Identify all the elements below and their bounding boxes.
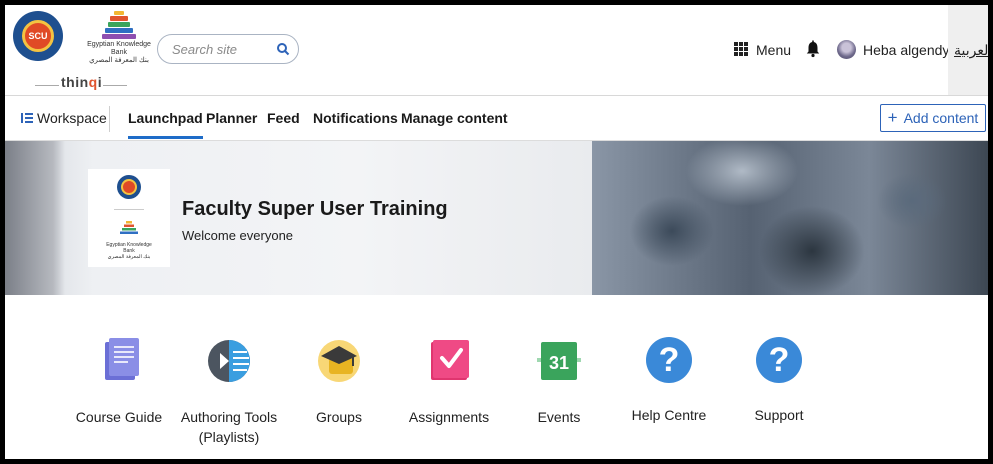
course-scu-logo (117, 175, 141, 199)
course-ekb-text-ar: بنك المعرفة المصري (107, 254, 151, 260)
help-icon: ? (645, 337, 693, 389)
app-label: Authoring Tools (Playlists) (180, 409, 278, 445)
search-icon[interactable] (276, 42, 290, 56)
ekb-logo[interactable]: Egyptian Knowledge Bank بنك المعرفة المص… (79, 11, 159, 69)
scu-logo[interactable]: SCU (13, 11, 63, 61)
app-help-centre[interactable]: ? Help Centre (614, 334, 724, 425)
menu-grid-icon[interactable] (734, 42, 748, 56)
course-subtitle: Welcome everyone (182, 228, 294, 243)
tab-manage-content[interactable]: Manage content (401, 110, 508, 126)
search-box[interactable] (157, 34, 299, 64)
course-ekb-logo: Egyptian Knowledge Bank بنك المعرفة المص… (104, 221, 154, 260)
brand-divider-right (103, 85, 127, 86)
nav-divider (109, 106, 110, 132)
menu-button[interactable]: Menu (756, 42, 791, 58)
ekb-logo-text-ar: بنك المعرفة المصري (89, 57, 149, 64)
app-support[interactable]: ? Support (724, 334, 834, 425)
workspace-link[interactable]: Workspace (37, 110, 107, 126)
support-glyph: ? (756, 337, 802, 383)
course-banner: Egyptian Knowledge Bank بنك المعرفة المص… (5, 141, 988, 295)
app-label: Assignments (408, 409, 490, 425)
events-number: 31 (549, 353, 569, 373)
app-assignments[interactable]: Assignments (394, 334, 504, 427)
plus-icon: + (887, 108, 898, 127)
tab-notifications[interactable]: Notifications (313, 110, 398, 126)
ekb-books-icon (120, 221, 138, 234)
brand-text: thin (61, 74, 89, 90)
course-guide-icon (105, 338, 139, 380)
app-events[interactable]: 31 Events (504, 334, 614, 427)
app-launcher: Course Guide Authoring Tools (Playlists) (5, 296, 988, 459)
brand-i: i (97, 74, 103, 90)
language-link[interactable]: العربية (954, 42, 988, 59)
groups-icon (318, 340, 360, 382)
app-frame: SCU Egyptian Knowledge Bank بنك المعرفة … (5, 5, 988, 459)
tab-launchpad[interactable]: Launchpad (128, 110, 203, 139)
add-content-label: Add content (903, 110, 979, 126)
thinqi-logo: thinqi (61, 74, 102, 90)
events-icon: 31 (537, 342, 581, 380)
user-name: Heba algendy (863, 42, 950, 58)
ekb-books-icon (102, 11, 136, 41)
authoring-tools-icon (208, 340, 250, 382)
app-course-guide[interactable]: Course Guide (64, 334, 174, 427)
app-label: Groups (316, 409, 362, 425)
main-nav: Workspace Launchpad Planner Feed Notific… (5, 96, 988, 141)
user-menu[interactable]: Heba algendy ▾ (863, 42, 958, 58)
workspace-icon (21, 113, 33, 123)
support-icon: ? (755, 337, 803, 389)
brand-divider-left (35, 85, 59, 86)
bell-icon[interactable] (804, 40, 822, 58)
add-content-button[interactable]: + Add content (880, 104, 986, 132)
assignments-icon (431, 340, 469, 380)
search-input[interactable] (170, 41, 274, 58)
course-ekb-text-en: Egyptian Knowledge Bank (106, 242, 152, 254)
app-authoring-tools[interactable]: Authoring Tools (Playlists) (174, 334, 284, 447)
top-header: SCU Egyptian Knowledge Bank بنك المعرفة … (5, 5, 988, 96)
course-title: Faculty Super User Training (182, 198, 448, 220)
help-glyph: ? (646, 337, 692, 383)
scu-logo-text: SCU (22, 20, 54, 52)
tab-planner[interactable]: Planner (206, 110, 257, 126)
brand-q: q (88, 74, 98, 90)
course-logo-card: Egyptian Knowledge Bank بنك المعرفة المص… (88, 169, 170, 267)
user-avatar[interactable] (837, 40, 856, 59)
app-label: Support (754, 407, 804, 423)
app-groups[interactable]: Groups (284, 334, 394, 427)
app-label: Help Centre (631, 407, 707, 423)
app-label: Events (537, 409, 581, 425)
banner-photo (592, 141, 988, 295)
ekb-logo-text-en: Egyptian Knowledge Bank (87, 41, 151, 56)
app-label: Course Guide (75, 409, 163, 425)
tab-feed[interactable]: Feed (267, 110, 300, 126)
